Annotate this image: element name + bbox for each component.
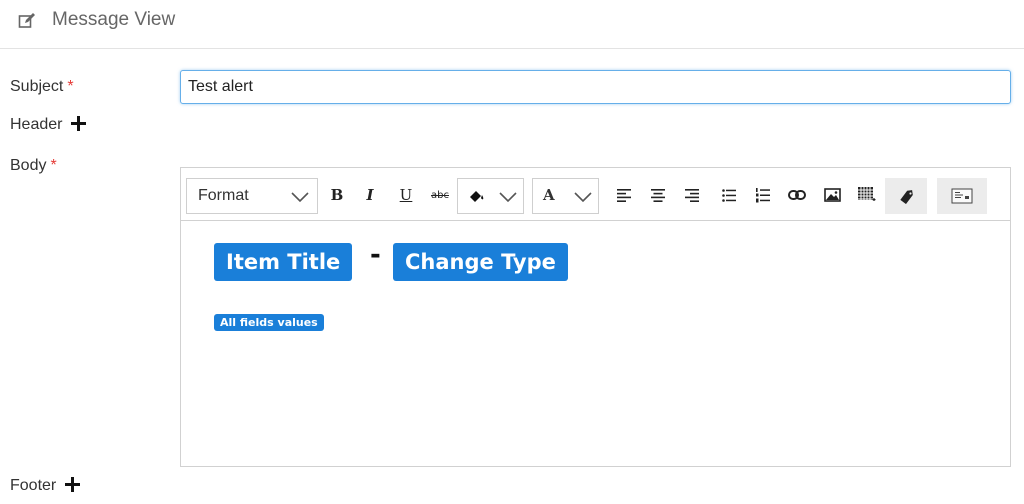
bullet-list-icon[interactable] <box>716 182 742 208</box>
required-marker: * <box>50 157 57 174</box>
subject-input[interactable] <box>180 70 1011 104</box>
font-color-icon: A <box>543 186 555 204</box>
header-row[interactable]: Header <box>10 116 86 134</box>
body-label: Body * <box>10 157 57 175</box>
editor-content[interactable]: Item Title - Change Type All fields valu… <box>181 222 1010 466</box>
italic-icon[interactable]: I <box>357 182 383 208</box>
required-marker: * <box>67 78 74 95</box>
source-icon <box>951 188 973 204</box>
edit-icon <box>18 13 35 28</box>
align-center-icon[interactable] <box>645 182 671 208</box>
underline-text: U <box>399 186 413 204</box>
page-title: Message View <box>52 9 176 30</box>
strikethrough-text: abc <box>431 189 449 201</box>
subject-label: Subject * <box>10 78 74 96</box>
image-icon[interactable] <box>819 182 845 208</box>
change-type-token[interactable]: Change Type <box>393 243 568 281</box>
chevron-down-icon <box>291 192 309 203</box>
link-icon[interactable] <box>784 182 810 208</box>
chevron-down-icon <box>574 192 592 203</box>
align-left-icon[interactable] <box>611 182 637 208</box>
chevron-down-icon <box>499 192 517 203</box>
tag-icon <box>900 190 913 204</box>
italic-text: I <box>366 186 374 204</box>
subject-label-text: Subject <box>10 78 64 95</box>
footer-label: Footer <box>10 477 57 494</box>
bold-icon[interactable]: B <box>324 182 350 208</box>
tag-button[interactable] <box>885 178 927 214</box>
plus-icon[interactable] <box>64 477 80 492</box>
footer-row[interactable]: Footer <box>10 477 80 495</box>
separator-text: - <box>370 240 381 270</box>
format-dropdown[interactable]: Format <box>186 178 318 214</box>
source-button[interactable] <box>937 178 987 214</box>
numbered-list-icon[interactable] <box>750 182 776 208</box>
align-right-icon[interactable] <box>679 182 705 208</box>
highlight-color-icon <box>470 191 484 202</box>
item-title-token[interactable]: Item Title <box>214 243 353 281</box>
format-dropdown-label: Format <box>198 187 249 204</box>
underline-icon[interactable]: U <box>393 182 419 208</box>
table-icon[interactable] <box>854 182 880 208</box>
header-label: Header <box>10 116 63 133</box>
editor-toolbar: Format B I U abc A <box>181 168 1010 221</box>
all-fields-values-token[interactable]: All fields values <box>214 314 324 331</box>
plus-icon[interactable] <box>70 116 86 131</box>
font-color-dropdown[interactable]: A <box>532 178 599 214</box>
body-label-text: Body <box>10 157 47 174</box>
page-header: Message View <box>0 0 1024 49</box>
strikethrough-icon[interactable]: abc <box>427 182 453 208</box>
rich-text-editor[interactable]: Format B I U abc A Item Title - Change T… <box>180 167 1011 467</box>
bold-text: B <box>330 186 344 204</box>
highlight-color-dropdown[interactable] <box>457 178 524 214</box>
